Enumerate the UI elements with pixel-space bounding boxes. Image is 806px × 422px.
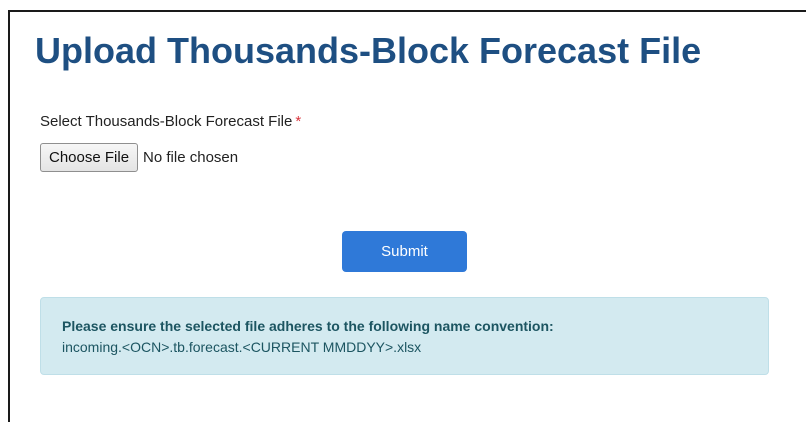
alert-body: incoming.<OCN>.tb.forecast.<CURRENT MMDD… xyxy=(62,339,422,355)
submit-button[interactable]: Submit xyxy=(342,231,467,272)
page-title: Upload Thousands-Block Forecast File xyxy=(35,30,702,71)
alert-heading: Please ensure the selected file adheres … xyxy=(62,318,554,334)
info-alert: Please ensure the selected file adheres … xyxy=(40,297,769,375)
file-status-text: No file chosen xyxy=(143,149,239,166)
file-field-label: Select Thousands-Block Forecast File * xyxy=(40,113,301,131)
file-input[interactable]: Choose File No file chosen xyxy=(40,143,238,172)
choose-file-button[interactable]: Choose File xyxy=(40,143,139,172)
required-marker: * xyxy=(295,113,302,130)
file-field-label-text: Select Thousands-Block Forecast File xyxy=(40,113,293,130)
